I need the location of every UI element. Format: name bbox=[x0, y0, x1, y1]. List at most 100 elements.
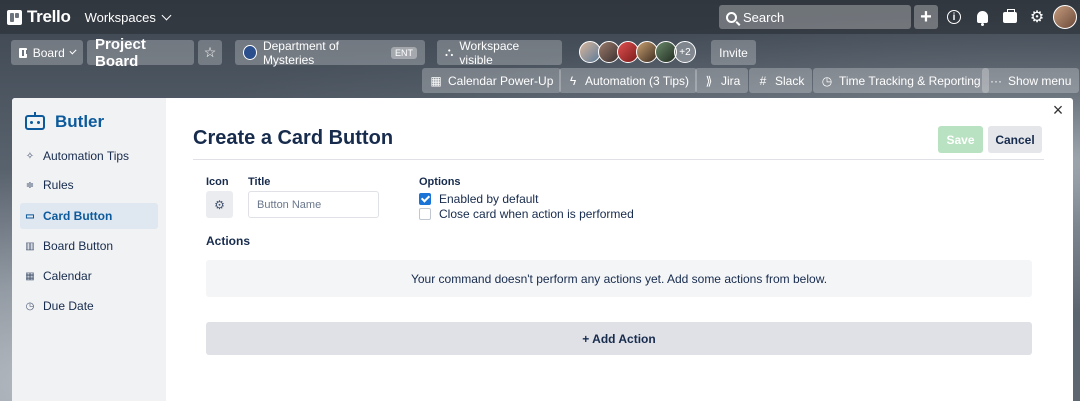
calendar-power-up-button[interactable]: ▦ Calendar Power-Up bbox=[422, 68, 562, 93]
workspace-logo-icon bbox=[243, 45, 257, 60]
info-icon: i bbox=[947, 10, 961, 24]
power-up-label: Show menu bbox=[1008, 73, 1072, 88]
board-title[interactable]: Project Board bbox=[87, 36, 194, 70]
clock-icon: ◷ bbox=[25, 300, 35, 312]
search-placeholder: Search bbox=[743, 9, 785, 25]
people-icon: ⛬ bbox=[445, 45, 454, 59]
time-tracking-button[interactable]: ◷ Time Tracking & Reporting bbox=[813, 68, 989, 93]
icon-picker-button[interactable]: ⚙ bbox=[206, 191, 233, 218]
board-header: Board Project Board ☆ Department of Myst… bbox=[0, 36, 1080, 70]
automation-button[interactable]: ϟ Automation (3 Tips) bbox=[559, 68, 698, 93]
butler-title: Butler bbox=[25, 111, 105, 132]
power-up-label: Slack bbox=[775, 73, 805, 88]
workspaces-label: Workspaces bbox=[84, 9, 156, 25]
sidebar-item-calendar[interactable]: ▦ Calendar bbox=[20, 263, 158, 289]
enterprise-badge: ENT bbox=[391, 46, 417, 59]
slack-icon: # bbox=[759, 73, 767, 88]
logo-text: Trello bbox=[27, 7, 71, 26]
sidebar-item-label: Due Date bbox=[43, 299, 94, 313]
option-label: Enabled by default bbox=[439, 192, 539, 206]
bell-icon bbox=[976, 11, 988, 26]
settings-button[interactable]: ⚙ bbox=[1025, 5, 1049, 29]
sidebar-item-label: Automation Tips bbox=[43, 149, 130, 163]
card-icon: ▭ bbox=[25, 210, 35, 222]
workspace-name: Department of Mysteries bbox=[262, 38, 339, 67]
chevron-down-icon bbox=[161, 10, 172, 20]
briefcase-icon bbox=[1003, 8, 1017, 23]
button-name-input[interactable] bbox=[248, 191, 379, 218]
sidebar-item-rules[interactable]: ≑ Rules bbox=[20, 172, 158, 198]
power-ups-button[interactable] bbox=[998, 5, 1022, 29]
trello-logo-icon bbox=[7, 9, 22, 25]
member-avatars: +2 bbox=[579, 41, 696, 63]
timer-icon: ◷ bbox=[821, 73, 833, 88]
star-icon: ☆ bbox=[203, 44, 217, 60]
jira-icon: ⟫ bbox=[705, 73, 713, 88]
info-button[interactable]: i bbox=[942, 5, 966, 29]
option-enabled-by-default[interactable]: Enabled by default bbox=[419, 192, 538, 206]
gears-icon: ⚙ bbox=[214, 197, 225, 212]
add-action-button[interactable]: + Add Action bbox=[206, 322, 1032, 355]
robot-icon bbox=[25, 111, 45, 130]
sliders-icon: ≑ bbox=[25, 179, 35, 191]
sidebar-item-due-date[interactable]: ◷ Due Date bbox=[20, 293, 158, 319]
options-label: Options bbox=[419, 176, 461, 188]
workspaces-menu[interactable]: Workspaces bbox=[84, 9, 172, 25]
create-button[interactable]: + bbox=[914, 5, 938, 29]
sparkle-icon: ✧ bbox=[25, 150, 35, 162]
option-label: Close card when action is performed bbox=[439, 207, 634, 221]
divider bbox=[193, 159, 1044, 160]
board-view-label: Board bbox=[32, 45, 65, 60]
calendar-icon: ▦ bbox=[25, 270, 35, 282]
butler-modal: Butler ✧ Automation Tips ≑ Rules ▭ Card … bbox=[12, 98, 1073, 401]
sidebar-item-automation-tips[interactable]: ✧ Automation Tips bbox=[20, 143, 158, 169]
lightning-icon: ϟ bbox=[569, 73, 577, 88]
page-title: Create a Card Button bbox=[193, 127, 394, 149]
empty-actions-message: Your command doesn't perform any actions… bbox=[206, 260, 1032, 297]
power-up-label: Calendar Power-Up bbox=[448, 73, 554, 88]
calendar-icon: ▦ bbox=[430, 73, 442, 88]
board-icon bbox=[19, 47, 28, 58]
close-icon[interactable]: × bbox=[1051, 101, 1065, 119]
notifications-button[interactable] bbox=[970, 5, 994, 29]
search-icon bbox=[726, 11, 737, 23]
show-menu-button[interactable]: ··· Show menu bbox=[982, 68, 1080, 93]
plus-icon: + bbox=[920, 5, 932, 28]
search-input[interactable]: Search bbox=[719, 5, 911, 29]
sidebar-item-label: Board Button bbox=[43, 239, 114, 253]
visibility-button[interactable]: ⛬ Workspace visible bbox=[437, 38, 562, 67]
icon-label: Icon bbox=[206, 176, 229, 188]
option-close-card[interactable]: Close card when action is performed bbox=[419, 207, 634, 221]
power-up-label: Time Tracking & Reporting bbox=[839, 73, 981, 88]
board-view-switcher[interactable]: Board bbox=[11, 40, 83, 65]
save-button[interactable]: Save bbox=[938, 126, 983, 153]
sidebar-item-label: Card Button bbox=[43, 209, 113, 223]
top-nav: Trello Workspaces Search + i ⚙ bbox=[0, 0, 1080, 34]
power-up-label: Automation (3 Tips) bbox=[585, 73, 690, 88]
enabled-checkbox[interactable] bbox=[419, 193, 431, 205]
sidebar-item-label: Rules bbox=[43, 178, 74, 192]
slack-button[interactable]: # Slack bbox=[749, 68, 813, 93]
power-up-label: Jira bbox=[721, 73, 741, 88]
butler-sidebar: Butler ✧ Automation Tips ≑ Rules ▭ Card … bbox=[12, 98, 166, 401]
trello-logo[interactable]: Trello bbox=[7, 7, 71, 27]
butler-title-text: Butler bbox=[55, 112, 105, 131]
board-icon: ▥ bbox=[25, 240, 35, 252]
sidebar-item-card-button[interactable]: ▭ Card Button bbox=[20, 203, 158, 229]
invite-button[interactable]: Invite bbox=[711, 40, 756, 65]
chevron-down-icon bbox=[69, 46, 77, 55]
visibility-label: Workspace visible bbox=[459, 38, 520, 67]
more-members-button[interactable]: +2 bbox=[674, 41, 696, 63]
more-icon: ··· bbox=[990, 73, 1002, 88]
avatar[interactable] bbox=[1053, 5, 1077, 29]
cancel-button[interactable]: Cancel bbox=[988, 126, 1042, 153]
star-button[interactable]: ☆ bbox=[198, 40, 222, 65]
jira-button[interactable]: ⟫ Jira bbox=[695, 68, 749, 93]
workspace-button[interactable]: Department of Mysteries ENT bbox=[235, 38, 425, 67]
actions-label: Actions bbox=[206, 234, 251, 248]
close-card-checkbox[interactable] bbox=[419, 208, 431, 220]
sidebar-item-board-button[interactable]: ▥ Board Button bbox=[20, 233, 158, 259]
title-label: Title bbox=[248, 176, 271, 188]
sidebar-item-label: Calendar bbox=[43, 269, 92, 283]
power-ups-bar: ▦ Calendar Power-Up ϟ Automation (3 Tips… bbox=[0, 68, 1080, 94]
